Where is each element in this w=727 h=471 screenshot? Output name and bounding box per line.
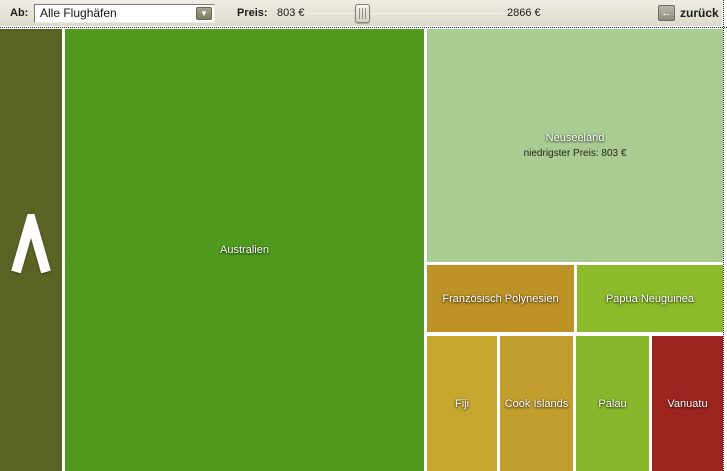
nav-up-button[interactable] — [0, 28, 62, 471]
cell-label: Vanuatu — [667, 398, 707, 410]
price-current-value: 803 € — [277, 0, 305, 26]
treemap-cell-fiji[interactable]: Fiji — [427, 336, 497, 471]
price-slider-handle[interactable] — [355, 4, 370, 23]
price-label: Preis: — [237, 0, 268, 26]
left-arrow-icon: ← — [658, 5, 675, 21]
cell-label: Französisch Polynesien — [442, 293, 558, 305]
treemap-cell-palau[interactable]: Palau — [576, 336, 649, 471]
cell-label: Fiji — [455, 398, 469, 410]
treemap-cell-neuseeland[interactable]: Neuseeland niedrigster Preis: 803 € — [427, 28, 723, 262]
toolbar: Ab: Alle Flughäfen ▼ Preis: 803 € 2866 €… — [0, 0, 722, 26]
grip-icon — [359, 8, 367, 19]
cell-label: Neuseeland — [546, 132, 605, 144]
ab-label: Ab: — [10, 0, 28, 26]
back-button[interactable]: ← zurück — [658, 0, 719, 26]
price-max-value: 2866 € — [507, 0, 541, 26]
airport-select[interactable]: Alle Flughäfen ▼ — [34, 4, 215, 23]
cell-label: Papua Neuguinea — [606, 293, 694, 305]
airport-select-value: Alle Flughäfen — [40, 6, 117, 20]
cell-label: Australien — [220, 244, 269, 256]
back-button-label: zurück — [680, 6, 719, 20]
treemap-cell-australien[interactable]: Australien — [65, 28, 424, 471]
treemap-cell-vanuatu[interactable]: Vanuatu — [652, 336, 723, 471]
cell-subtitle: niedrigster Preis: 803 € — [524, 148, 627, 159]
app-stage: Australien Neuseeland niedrigster Preis: 8… — [0, 0, 727, 471]
treemap-cell-papua-neuguinea[interactable]: Papua Neuguinea — [577, 265, 723, 332]
treemap-cell-cook-islands[interactable]: Cook Islands — [500, 336, 573, 471]
treemap-cell-franz-sisch-polynesien[interactable]: Französisch Polynesien — [427, 265, 574, 332]
right-edge-border — [723, 0, 724, 471]
cell-label: Palau — [598, 398, 626, 410]
treemap: Australien Neuseeland niedrigster Preis: 8… — [0, 0, 727, 471]
chevron-up-icon — [9, 28, 53, 281]
chevron-down-icon[interactable]: ▼ — [196, 7, 212, 20]
cell-label: Cook Islands — [505, 398, 569, 410]
toolbar-divider — [0, 26, 727, 29]
price-slider-track[interactable] — [306, 13, 502, 14]
